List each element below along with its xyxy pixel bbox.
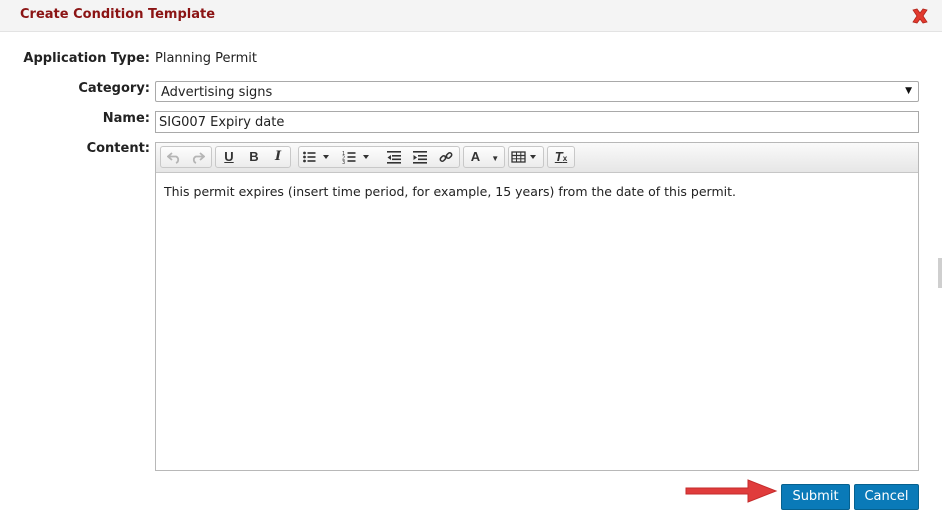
toolbar-group-history xyxy=(160,146,212,168)
font-color-glyph: A xyxy=(470,149,480,164)
dialog-titlebar: Create Condition Template xyxy=(0,0,942,32)
dropdown-arrow-icon: ▼ xyxy=(905,86,912,96)
create-condition-template-dialog: Create Condition Template Application Ty… xyxy=(0,0,942,521)
application-type-label: Application Type: xyxy=(23,51,150,66)
clear-format-glyph: T xyxy=(554,149,563,164)
category-selected-value: Advertising signs xyxy=(161,85,273,100)
table-icon[interactable] xyxy=(510,148,544,166)
close-icon[interactable] xyxy=(910,6,930,26)
numbered-list-icon[interactable]: 1 2 3 xyxy=(341,148,377,166)
category-label: Category: xyxy=(78,81,150,96)
outdent-icon[interactable] xyxy=(383,148,405,166)
application-type-value: Planning Permit xyxy=(155,51,257,66)
italic-icon[interactable]: I xyxy=(267,148,289,166)
bullet-list-icon[interactable] xyxy=(301,148,337,166)
content-label: Content: xyxy=(86,141,150,156)
category-select[interactable]: Advertising signs ▼ xyxy=(155,81,919,102)
rich-text-editor[interactable]: U B I 1 2 3 A ▼ Tx This permit expires (… xyxy=(155,142,919,471)
name-input[interactable]: SIG007 Expiry date xyxy=(155,111,919,133)
clear-format-icon[interactable]: Tx xyxy=(550,148,572,166)
font-color-icon[interactable]: A ▼ xyxy=(466,148,504,166)
submit-button[interactable]: Submit xyxy=(781,484,850,510)
indent-icon[interactable] xyxy=(409,148,431,166)
toolbar-group-format: U B I xyxy=(215,146,291,168)
undo-icon[interactable] xyxy=(163,148,185,166)
name-label: Name: xyxy=(102,111,150,126)
bold-icon[interactable]: B xyxy=(243,148,265,166)
link-icon[interactable] xyxy=(435,148,457,166)
toolbar-group-table xyxy=(508,146,544,168)
toolbar-group-color: A ▼ xyxy=(463,146,505,168)
svg-text:3: 3 xyxy=(342,160,345,164)
redo-icon[interactable] xyxy=(187,148,209,166)
editor-toolbar: U B I 1 2 3 A ▼ Tx xyxy=(156,143,918,173)
underline-icon[interactable]: U xyxy=(218,148,240,166)
dialog-title: Create Condition Template xyxy=(20,7,216,22)
cancel-button[interactable]: Cancel xyxy=(854,484,919,510)
annotation-arrow-icon xyxy=(685,479,778,503)
font-color-dropdown-icon: ▼ xyxy=(491,154,500,163)
page-scrollbar[interactable] xyxy=(938,258,942,288)
clear-format-subglyph: x xyxy=(562,154,568,163)
editor-content[interactable]: This permit expires (insert time period,… xyxy=(164,184,736,199)
toolbar-group-clear: Tx xyxy=(547,146,575,168)
toolbar-group-paragraph: 1 2 3 xyxy=(298,146,460,168)
